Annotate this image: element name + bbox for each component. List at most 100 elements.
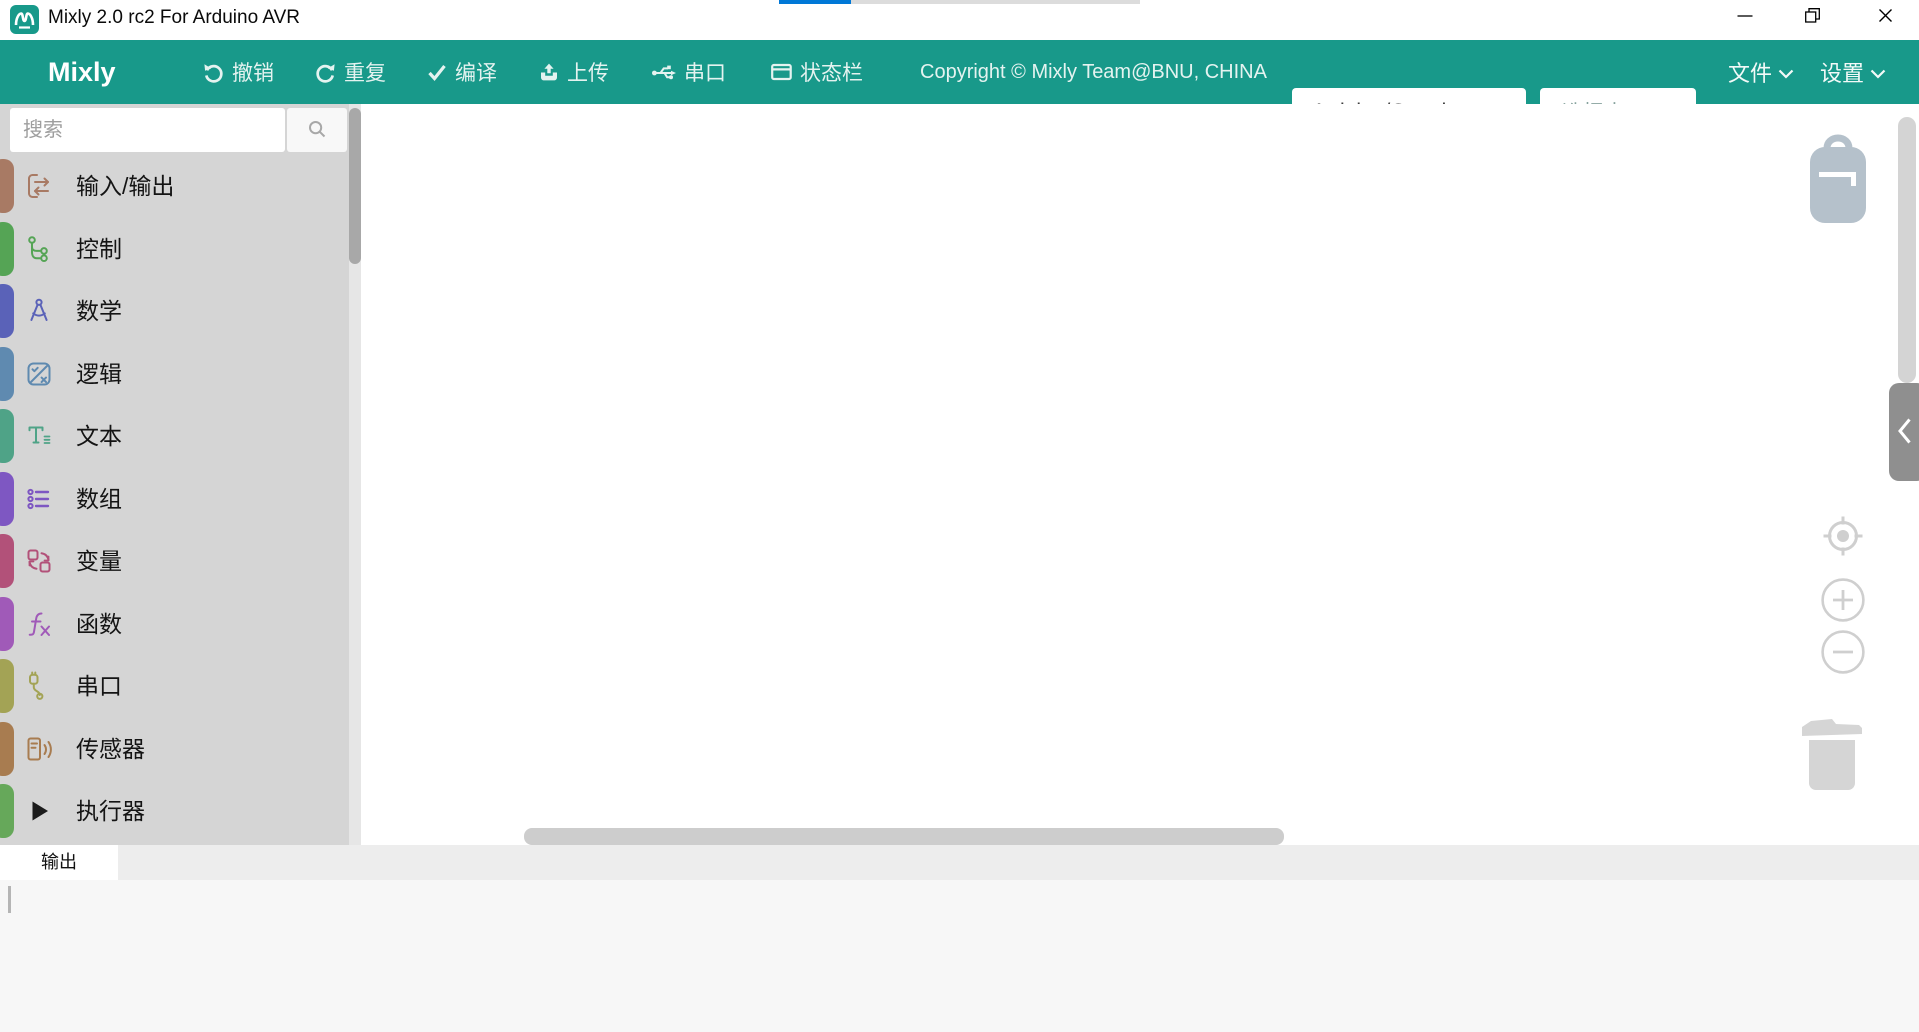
mixly-brand: Mixly [48,40,116,104]
category-color-pill [0,784,14,838]
chevron-down-icon [1870,59,1886,85]
category-color-pill [0,534,14,588]
search-button[interactable] [287,108,347,152]
category-item[interactable]: 串口 [0,658,349,714]
minimize-icon [1737,8,1753,27]
math-icon [24,296,54,326]
restore-icon [1805,8,1820,26]
category-item[interactable]: 输入/输出 [0,158,349,214]
window-title: Mixly 2.0 rc2 For Arduino AVR [48,0,300,36]
compile-button[interactable]: 编译 [426,40,497,104]
category-item[interactable]: 传感器 [0,721,349,777]
category-label: 串口 [76,658,122,714]
file-menu[interactable]: 文件 [1728,40,1794,104]
title-bar: Mixly 2.0 rc2 For Arduino AVR [0,0,1919,40]
category-item[interactable]: 函数 [0,596,349,652]
output-console[interactable] [0,880,1919,1032]
serial-monitor-button[interactable]: 串口 [651,40,726,104]
category-label: 函数 [76,596,122,652]
category-label: 数组 [76,471,122,527]
search-input[interactable] [10,108,285,152]
block-category-sidebar: 输入/输出 控制 数学 逻辑 文本 数组 变量 函 [0,104,361,845]
category-item[interactable]: 逻辑 [0,346,349,402]
category-item[interactable]: 控制 [0,221,349,277]
category-label: 输入/输出 [76,158,174,214]
sidebar-scrollbar-thumb[interactable] [349,108,361,264]
settings-menu-label: 设置 [1820,56,1864,88]
close-button[interactable] [1862,0,1908,34]
statusbar-button[interactable]: 状态栏 [770,40,863,104]
search-icon [307,119,327,142]
maximize-button[interactable] [1789,0,1835,34]
logic-icon [24,359,54,389]
loading-progress-track [851,0,1140,4]
mixly-window: Mixly 2.0 rc2 For Arduino AVR Mixly 撤销 重… [0,0,1919,1032]
mixly-logo-icon [10,5,39,34]
category-item[interactable]: 数组 [0,471,349,527]
function-icon [24,609,54,639]
tab-output[interactable]: 输出 [0,845,118,880]
input-output-icon [24,171,54,201]
zoom-out-button[interactable] [1820,629,1866,680]
serial-cable-icon [24,671,54,701]
category-item[interactable]: 变量 [0,533,349,589]
plus-icon [1820,577,1866,623]
serial-label: 串口 [684,57,726,87]
category-item[interactable]: 文本 [0,408,349,464]
blockly-workspace[interactable] [361,104,1919,845]
category-color-pill [0,722,14,776]
chevron-left-icon [1897,417,1912,448]
trash-icon[interactable] [1798,708,1866,801]
text-icon [24,421,54,451]
control-icon [24,234,54,264]
recenter-button[interactable] [1819,512,1867,565]
backpack-icon[interactable] [1808,134,1868,229]
category-color-pill [0,472,14,526]
usb-icon [651,61,677,83]
variable-icon [24,546,54,576]
statusbar-label: 状态栏 [800,57,863,87]
minimize-button[interactable] [1722,0,1768,34]
category-label: 控制 [76,221,122,277]
category-label: 逻辑 [76,346,122,402]
zoom-in-button[interactable] [1820,577,1866,628]
undo-button[interactable]: 撤销 [202,40,274,104]
chevron-down-icon [1778,59,1794,85]
category-color-pill [0,159,14,213]
crosshair-icon [1819,512,1867,560]
minus-icon [1820,629,1866,675]
category-label: 执行器 [76,783,145,839]
text-cursor [8,886,11,913]
category-item[interactable]: 数学 [0,283,349,339]
loading-progress-bar [779,0,851,4]
canvas-vertical-scrollbar[interactable] [1898,117,1916,383]
category-color-pill [0,597,14,651]
canvas-horizontal-scrollbar[interactable] [524,828,1284,845]
upload-icon [538,61,560,83]
upload-button[interactable]: 上传 [538,40,609,104]
redo-icon [314,61,337,84]
category-label: 变量 [76,533,122,589]
code-panel-toggle[interactable] [1889,383,1919,481]
category-label: 数学 [76,283,122,339]
redo-button[interactable]: 重复 [314,40,386,104]
category-color-pill [0,659,14,713]
sensor-icon [24,734,54,764]
category-label: 传感器 [76,721,145,777]
check-icon [426,61,448,83]
category-color-pill [0,222,14,276]
sidebar-scrollbar [349,104,361,845]
category-label: 文本 [76,408,122,464]
copyright-text: Copyright © Mixly Team@BNU, CHINA [920,40,1267,104]
category-color-pill [0,409,14,463]
category-item[interactable]: 执行器 [0,783,349,839]
output-panel: 输出 [0,845,1919,1032]
array-icon [24,484,54,514]
undo-icon [202,61,225,84]
category-color-pill [0,347,14,401]
settings-menu[interactable]: 设置 [1820,40,1886,104]
compile-label: 编译 [455,57,497,87]
redo-label: 重复 [344,57,386,87]
file-menu-label: 文件 [1728,56,1772,88]
category-color-pill [0,284,14,338]
